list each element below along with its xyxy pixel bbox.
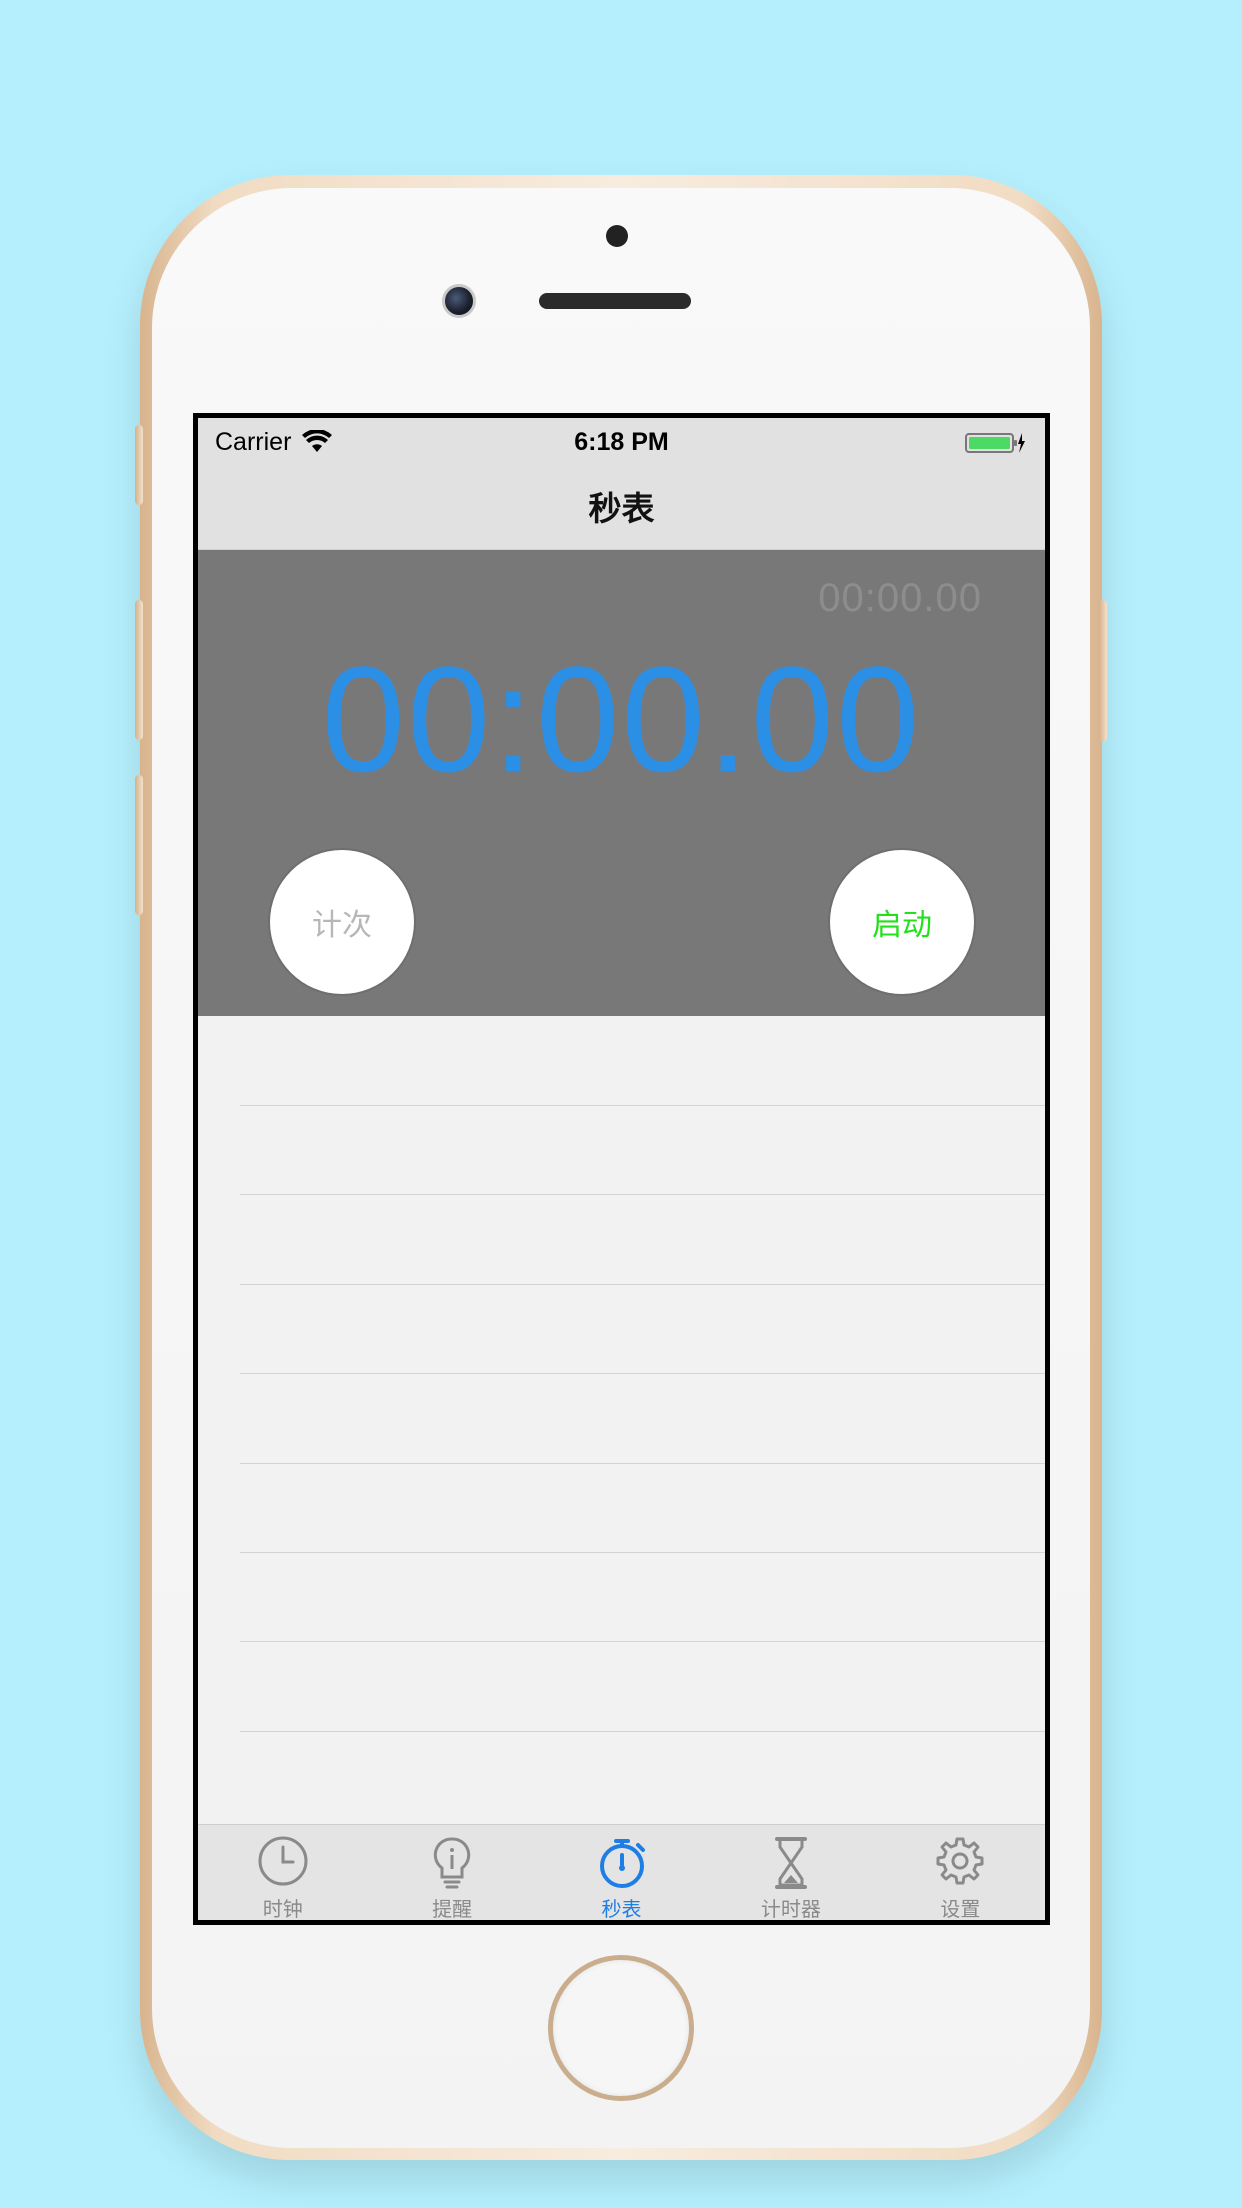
list-row-divider: [240, 1373, 1045, 1374]
tab-label: 提醒: [432, 1899, 473, 1921]
hourglass-icon: [774, 1837, 807, 1889]
main-time-display: 00:00.00: [321, 635, 922, 803]
tab-label: 设置: [940, 1899, 981, 1921]
list-row-divider: [240, 1194, 1045, 1195]
list-row-divider: [240, 1731, 1045, 1732]
status-bar: Carrier 6:18 PM: [198, 418, 1045, 468]
tab-reminder[interactable]: 提醒: [367, 1825, 536, 1921]
navigation-bar: 秒表: [198, 468, 1045, 550]
phone-screen: Carrier 6:18 PM 秒表 00:00.00 00:00.00 计次 …: [193, 413, 1050, 1925]
battery-charging-icon: [965, 433, 1025, 453]
tab-label: 计时器: [760, 1899, 821, 1921]
front-sensor: [606, 225, 628, 247]
volume-up-button: [135, 600, 143, 740]
lap-time-display: 00:00.00: [818, 576, 982, 620]
lap-button[interactable]: 计次: [270, 850, 414, 994]
power-button: [1099, 600, 1107, 742]
earpiece-speaker: [539, 293, 691, 309]
volume-down-button: [135, 775, 143, 915]
list-row-divider: [240, 1105, 1045, 1106]
tab-bar: 时钟 提醒 秒表 计时器 设置: [198, 1824, 1045, 1921]
home-button[interactable]: [548, 1955, 694, 2101]
tab-label: 秒表: [601, 1899, 642, 1921]
list-row-divider: [240, 1552, 1045, 1553]
clock-icon: [258, 1836, 308, 1886]
tab-timer[interactable]: 计时器: [706, 1825, 875, 1921]
lightbulb-icon: [433, 1837, 471, 1889]
gear-icon: [936, 1837, 984, 1885]
tab-label: 时钟: [262, 1899, 303, 1921]
stopwatch-panel: 00:00.00 00:00.00 计次 启动: [198, 550, 1045, 1016]
status-time: 6:18 PM: [574, 428, 669, 456]
list-row-divider: [240, 1284, 1045, 1285]
tab-stopwatch[interactable]: 秒表: [537, 1825, 706, 1921]
lap-list: [198, 1016, 1045, 1816]
list-row-divider: [240, 1641, 1045, 1642]
tab-settings[interactable]: 设置: [876, 1825, 1045, 1921]
start-button[interactable]: 启动: [830, 850, 974, 994]
tab-clock[interactable]: 时钟: [198, 1825, 367, 1921]
mute-switch: [135, 425, 143, 505]
page-title: 秒表: [588, 490, 655, 527]
front-camera: [442, 284, 476, 318]
list-row-divider: [240, 1463, 1045, 1464]
stopwatch-icon: [599, 1839, 645, 1888]
